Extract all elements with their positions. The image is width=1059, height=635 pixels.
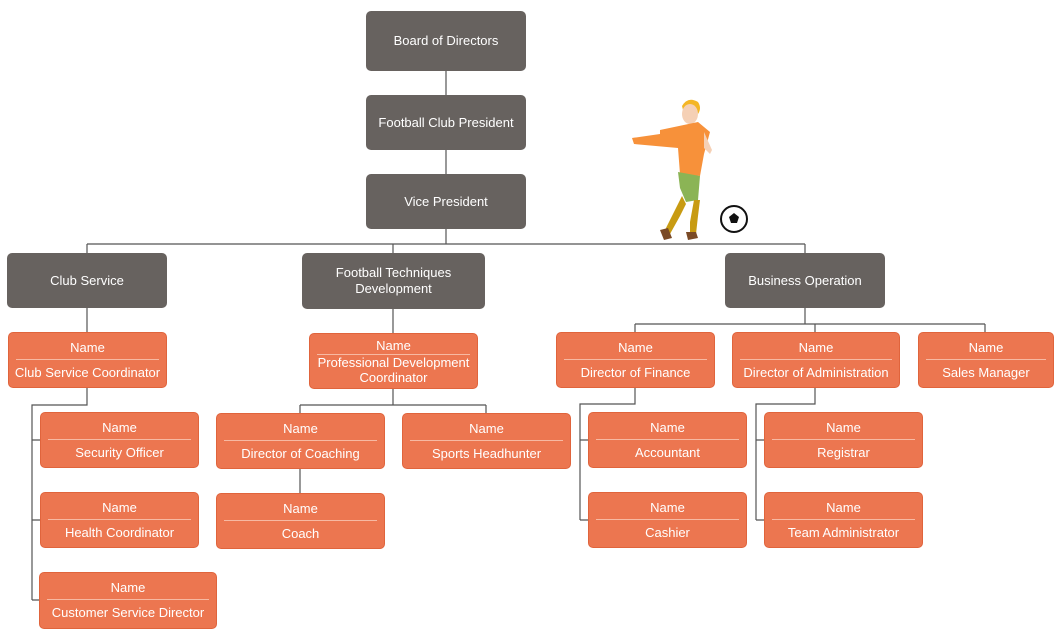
position-box: Name Cashier [588, 492, 747, 548]
position-box: Name Customer Service Director [39, 572, 217, 629]
position-box: Name Professional Development Coordinator [309, 333, 478, 389]
position-name: Name [317, 338, 470, 355]
position-box: Name Team Administrator [764, 492, 923, 548]
position-name: Name [772, 500, 915, 520]
position-name: Name [16, 340, 159, 360]
position-box: Name Accountant [588, 412, 747, 468]
position-role: Director of Administration [743, 364, 889, 380]
position-role: Professional Development Coordinator [317, 354, 470, 385]
position-name: Name [596, 500, 739, 520]
position-role: Club Service Coordinator [14, 364, 161, 380]
box-label: Club Service [50, 272, 124, 288]
position-role: Health Coordinator [64, 524, 175, 540]
position-role: Cashier [645, 524, 690, 540]
position-name: Name [740, 340, 892, 360]
position-name: Name [224, 421, 377, 441]
position-name: Name [772, 420, 915, 440]
position-box: Name Director of Coaching [216, 413, 385, 469]
position-name: Name [48, 420, 191, 440]
position-role: Coach [281, 525, 320, 541]
position-role: Accountant [634, 444, 701, 460]
position-role: Sales Manager [942, 364, 1030, 380]
position-name: Name [48, 500, 191, 520]
position-name: Name [564, 340, 707, 360]
vice-president-box: Vice President [366, 174, 526, 229]
position-box: Name Security Officer [40, 412, 199, 468]
box-label: Business Operation [748, 272, 862, 288]
position-box: Name Coach [216, 493, 385, 549]
position-box: Name Registrar [764, 412, 923, 468]
box-label: Board of Directors [393, 33, 499, 48]
board-of-directors-box: Board of Directors [366, 11, 526, 71]
position-role: Registrar [817, 444, 870, 460]
box-label: Football Techniques Development [335, 265, 452, 296]
position-box: Name Health Coordinator [40, 492, 199, 548]
position-name: Name [410, 421, 563, 441]
business-operation-box: Business Operation [725, 253, 885, 308]
position-role: Sports Headhunter [431, 445, 542, 461]
position-role: Director of Coaching [241, 445, 360, 461]
box-label: Football Club President [378, 114, 514, 130]
position-role: Team Administrator [787, 524, 900, 540]
position-box: Name Club Service Coordinator [8, 332, 167, 388]
football-player-icon [632, 99, 748, 240]
president-box: Football Club President [366, 95, 526, 150]
position-role: Customer Service Director [51, 605, 205, 620]
position-box: Name Director of Administration [732, 332, 900, 388]
position-name: Name [224, 501, 377, 521]
position-name: Name [926, 340, 1046, 360]
techniques-development-box: Football Techniques Development [302, 253, 485, 309]
position-role: Security Officer [75, 444, 164, 460]
club-service-box: Club Service [7, 253, 167, 308]
box-label: Vice President [404, 193, 488, 209]
position-name: Name [596, 420, 739, 440]
position-box: Name Sales Manager [918, 332, 1054, 388]
position-box: Name Sports Headhunter [402, 413, 571, 469]
position-box: Name Director of Finance [556, 332, 715, 388]
position-name: Name [47, 580, 209, 600]
position-role: Director of Finance [580, 364, 691, 380]
